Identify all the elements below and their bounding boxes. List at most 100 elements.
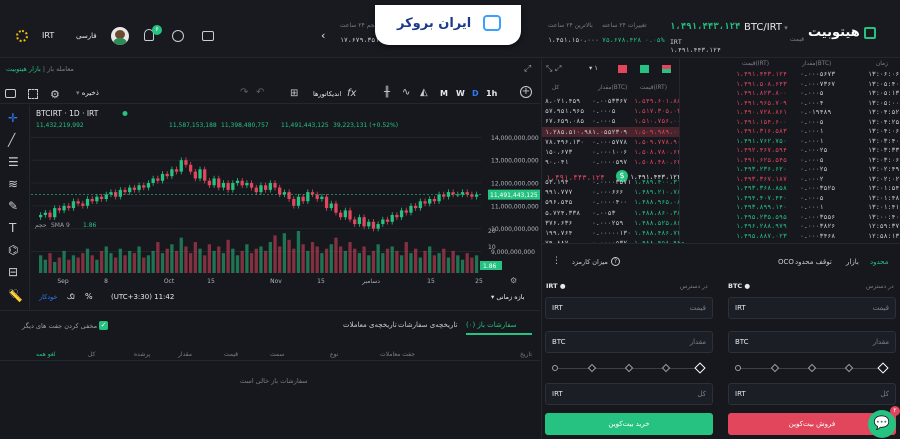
interval-button[interactable]: 1h [486, 89, 497, 98]
ob-row[interactable]: ۱۹۹،۷۶۴ ۰.۰۰۰۰۰۱۳۰ ۱،۴۸۸،۴۸۶،۷۴۸ [542, 228, 685, 238]
tab-open-orders[interactable]: سفارشات باز (۰) [466, 321, 517, 329]
avatar[interactable] [111, 27, 129, 45]
ob-row[interactable]: ۳۷۶،۶۳۶ ۰.۰۰۰۲۵۹ ۱،۴۸۸،۵۲۵،۸۶۰ [542, 218, 685, 228]
fullscreen-icon[interactable] [28, 89, 38, 99]
tab-oco[interactable]: OCO [778, 258, 794, 266]
history-icon[interactable] [172, 30, 184, 42]
site-logo[interactable]: هیتوبیت [808, 25, 877, 40]
ob-row[interactable]: ۹۹۱،۷۷۷ ۰.۰۰۰۶۶۶ ۱،۴۸۹،۲۱۰،۷۸۰ [542, 187, 685, 197]
chevron-left-icon[interactable]: ‹ [321, 29, 325, 42]
line-type-icon[interactable]: ∿ [402, 87, 410, 98]
clock-label[interactable]: (UTC+3:30) 11:42 [111, 293, 174, 301]
autoscale-button[interactable]: خودکار [39, 293, 57, 301]
volume-bar [142, 257, 146, 273]
tab-order-history[interactable]: تاریخچه‌ی سفارشات [398, 321, 457, 329]
unit: IRT [735, 390, 746, 398]
volume-bar [170, 244, 174, 273]
ob-row[interactable]: ۹۰،۰۴۱ ۰.۰۰۰۰۵۹۷ ۱،۵۰۸،۴۸۰،۶۴۵ [542, 157, 685, 167]
buy-price-input[interactable]: IRT قیمت [545, 297, 713, 319]
crosshair-icon[interactable]: ✛ [8, 111, 18, 125]
x-tick-label: Nov [270, 278, 282, 285]
fee-info-icon[interactable]: ? [611, 257, 620, 266]
candle [217, 178, 221, 188]
sell-amount-slider[interactable] [735, 362, 889, 374]
sell-total-input[interactable]: IRT کل [728, 383, 896, 405]
function-icon[interactable]: fx [347, 88, 356, 99]
buy-button[interactable]: خرید بیت‌کوین [545, 413, 713, 435]
ob-row[interactable]: ۵،۷۲۴،۳۳۸ ۰.۰۰۵۳ ۱،۴۸۸،۸۶۰،۳۸۲ [542, 208, 685, 218]
language-select[interactable]: فارسی [76, 32, 97, 40]
buy-amount-input[interactable]: BTC مقدار [545, 331, 713, 353]
orders-col: سمت [270, 351, 285, 358]
interval-button[interactable]: M [440, 89, 448, 98]
tab-trade-history[interactable]: تاریخچه‌ی معاملات [343, 321, 397, 329]
settings-icon[interactable]: ⚙ [50, 88, 60, 101]
buy-amount-slider[interactable] [552, 362, 706, 374]
ob-depth-icon[interactable]: ⤡ ⤢ [546, 64, 561, 74]
sell-price-input[interactable]: IRT قیمت [728, 297, 896, 319]
more-icon[interactable]: ⋮ [552, 256, 561, 266]
tab-limit[interactable]: محدود [870, 258, 888, 266]
ob-row[interactable]: ۷۸،۴۹۶،۱۳۰ ۰.۰۰۰۵۷۷۸ ۱،۵۰۹،۷۷۸،۹۰۰ [542, 137, 685, 147]
timeframe-select[interactable]: ▾ بازه زمانی [491, 293, 525, 301]
hide-others-checkbox[interactable]: ✓ [99, 321, 108, 330]
node-icon[interactable]: ⌬ [8, 243, 18, 257]
ob-row[interactable]: ۵۳،۱۹۴ ۰.۰۰۰۰۳۵۷۱ ۱،۴۸۹،۴۰۰،۳۱۵ [542, 177, 685, 187]
ruler-icon[interactable]: 📏 [9, 290, 23, 303]
trendline-icon[interactable]: ╱ [8, 133, 15, 147]
text-icon[interactable]: T [9, 221, 16, 235]
fib-icon[interactable]: ☰ [8, 155, 19, 169]
camera-icon[interactable] [5, 89, 16, 98]
candle-type-icon[interactable]: ╫ [384, 87, 390, 98]
x-tick-label: دسامبر [361, 278, 380, 285]
pattern-icon[interactable]: ≋ [8, 177, 18, 191]
interval-button[interactable]: D [472, 89, 479, 98]
ob-row[interactable]: ۵۹۶،۵۴۵ ۰.۰۰۰۰۴۰۰ ۱،۴۸۸،۹۶۵،۰۸۸ [542, 197, 685, 207]
pair-select[interactable]: BTC/IRT ▾ قیمت [744, 22, 804, 43]
volume-bar [409, 253, 413, 273]
save-button[interactable]: ▾ ذخیره [76, 89, 99, 97]
indicators-button[interactable]: اندیکاتورها [313, 90, 341, 98]
percent-button[interactable]: % [85, 292, 93, 301]
wallet-icon[interactable] [202, 31, 214, 41]
orders-col: تاریخ [520, 351, 532, 358]
candle [278, 187, 282, 195]
price-chart[interactable]: 14,000,000,000 13,000,000,000 12,000,000,0… [31, 106, 540, 286]
breadcrumb-item[interactable]: معامله باز [47, 65, 74, 73]
expand-icon[interactable]: ⤢ [524, 64, 531, 74]
tab-stop-limit[interactable]: توقف محدود [795, 258, 832, 266]
area-type-icon[interactable]: ◭ [420, 87, 428, 98]
ob-row[interactable]: ۸،۰۲۱،۴۵۹ ۰.۰۰۵۳۳۶۷ ۱،۵۴۹،۶۰۱،۸۸۶ [542, 96, 685, 106]
interval-button[interactable]: W [456, 89, 465, 98]
sun-icon[interactable] [16, 30, 28, 42]
ob-view-buy-icon[interactable] [640, 65, 649, 73]
layout-icon[interactable]: ⊞ [290, 88, 298, 99]
sell-amount-input[interactable]: BTC مقدار [728, 331, 896, 353]
add-icon[interactable]: + [520, 86, 532, 98]
trade-amount: ۰.۰۰۰۵ [800, 155, 824, 164]
orders-col[interactable]: لغو همه [36, 351, 56, 358]
ob-view-both-icon[interactable] [662, 65, 671, 73]
log-button[interactable]: لگ [67, 293, 75, 301]
ob-row[interactable]: ۵۷،۹۵۱،۹۶۵ ۰.۰۰۰۵ ۱،۵۱۷،۳۰۵،۰۳۳ [542, 106, 685, 116]
orders-col: کل [88, 351, 96, 358]
currency-select[interactable]: IRT [42, 31, 54, 40]
volume-bar [465, 253, 469, 273]
volume-bar [395, 250, 399, 273]
ob-row[interactable]: ۱۵۰،۶۷۳ ۰.۰۰۰۱۰۰۶ ۱،۵۰۸،۷۸۰،۶۴۷ [542, 147, 685, 157]
banner-logo[interactable]: ایران بروکر [375, 5, 521, 45]
undo-icon[interactable]: ↶ [256, 87, 264, 98]
fee-label[interactable]: میزان کارمزد [572, 258, 608, 266]
candle [165, 173, 169, 177]
redo-icon[interactable]: ↷ [240, 87, 248, 98]
ob-row[interactable]: ۶۷،۶۵۹،۰۸۵ ۰.۰۰۰۵ ۱،۵۱۰،۷۵۶،۰۰۰ [542, 116, 685, 126]
buy-total-input[interactable]: IRT کل [545, 383, 713, 405]
ob-precision-select[interactable]: ▾ ۱ [589, 64, 598, 72]
brush-icon[interactable]: ✎ [8, 199, 18, 213]
breadcrumb-item[interactable]: بازار هیتوبیت [6, 65, 41, 73]
ob-view-sell-icon[interactable] [618, 65, 627, 73]
tab-market[interactable]: بازار [846, 258, 859, 266]
measure-icon[interactable]: ⊟ [8, 265, 18, 279]
candle [123, 189, 127, 193]
ob-row[interactable]: ۱،۲۸۵،۵۱۰،۹۸۱ ۰.۰۵۵۲۳۰۹ ۱،۵۰۹،۹۸۹،۰۰۰ [542, 126, 685, 137]
